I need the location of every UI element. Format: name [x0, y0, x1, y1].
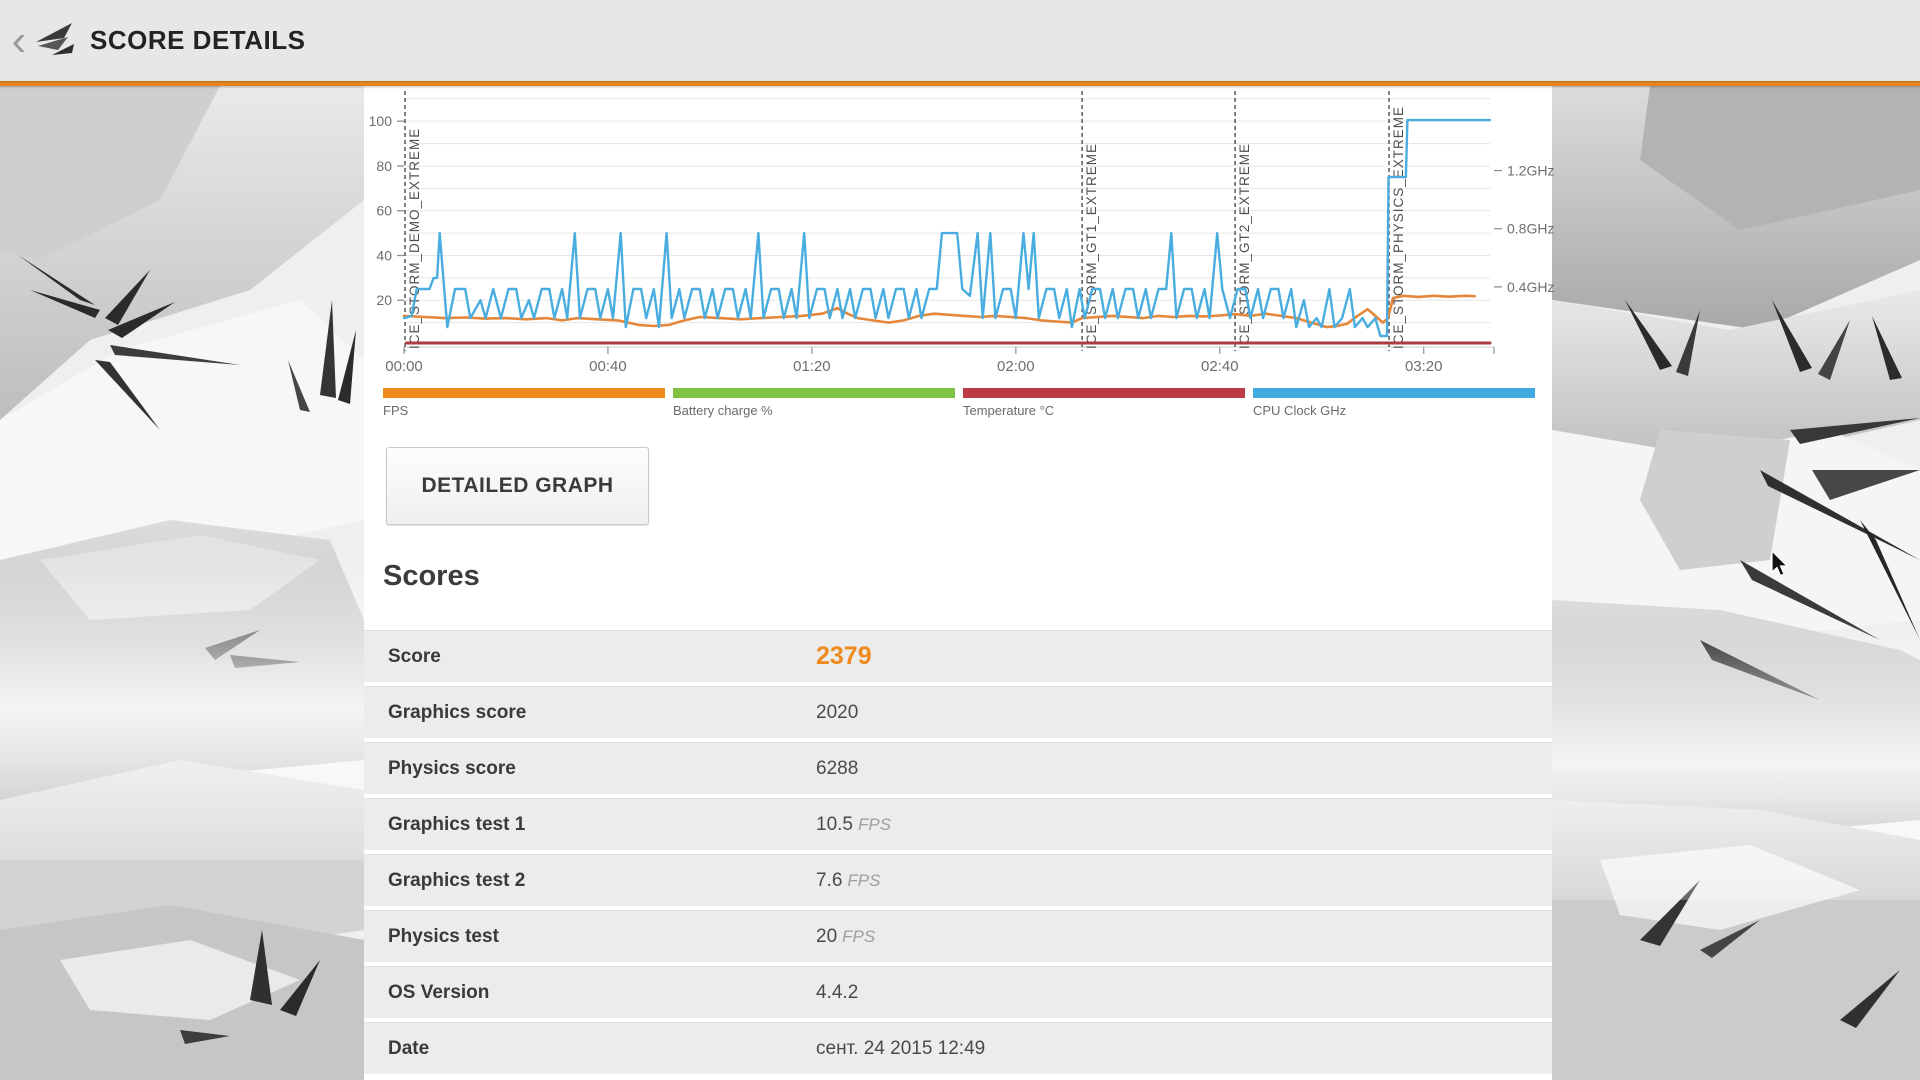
row-label: Physics test [364, 926, 816, 948]
header-bar: ‹ SCORE DETAILS [0, 0, 1920, 81]
row-unit: FPS [858, 815, 891, 834]
page-title: SCORE DETAILS [90, 25, 305, 56]
row-unit: FPS [847, 871, 880, 890]
scores-table: Score2379Graphics score2020Physics score… [364, 630, 1552, 1078]
row-value: 2020 [816, 702, 858, 724]
legend-color-bar [673, 388, 955, 398]
3dmark-logo-icon [32, 20, 78, 62]
legend-item: CPU Clock GHz [1253, 388, 1535, 418]
table-row: Score2379 [364, 630, 1552, 682]
svg-text:ICE_STORM_PHYSICS_EXTREME: ICE_STORM_PHYSICS_EXTREME [1391, 106, 1406, 349]
svg-text:40: 40 [376, 247, 392, 263]
svg-text:01:20: 01:20 [793, 358, 831, 375]
legend-item: Temperature °C [963, 388, 1245, 418]
table-row: Graphics test 110.5FPS [364, 798, 1552, 850]
row-value: 20FPS [816, 926, 875, 948]
row-label: Graphics test 1 [364, 814, 816, 836]
svg-text:00:40: 00:40 [589, 358, 627, 375]
row-value: 6288 [816, 758, 858, 780]
svg-text:100: 100 [369, 113, 393, 129]
row-value: 4.4.2 [816, 982, 858, 1004]
legend-color-bar [963, 388, 1245, 398]
row-value: 10.5FPS [816, 814, 891, 836]
row-label: Graphics score [364, 702, 816, 724]
score-details-page: ‹ SCORE DETAILS 00:00 00:40 01:20 02:00 02:4… [0, 0, 1920, 1080]
svg-text:80: 80 [376, 158, 392, 174]
svg-text:60: 60 [376, 203, 392, 219]
row-value: 7.6FPS [816, 870, 880, 892]
row-label: Graphics test 2 [364, 870, 816, 892]
detailed-graph-button[interactable]: DETAILED GRAPH [386, 447, 649, 525]
svg-text:1.2GHz: 1.2GHz [1507, 163, 1554, 179]
legend-color-bar [1253, 388, 1535, 398]
row-label: Date [364, 1038, 816, 1060]
svg-text:02:40: 02:40 [1201, 358, 1239, 375]
chart-legend: FPS Battery charge % Temperature °C CPU Clo… [383, 388, 1543, 418]
table-row: OS Version4.4.2 [364, 966, 1552, 1018]
table-row: Graphics score2020 [364, 686, 1552, 738]
legend-item: FPS [383, 388, 665, 418]
svg-text:02:00: 02:00 [997, 358, 1035, 375]
row-value: 2379 [816, 642, 872, 671]
legend-item: Battery charge % [673, 388, 955, 418]
benchmark-chart: 00:00 00:40 01:20 02:00 02:40 03:20 20 40 60 80 10… [364, 86, 1558, 396]
legend-label: CPU Clock GHz [1253, 403, 1535, 418]
legend-label: FPS [383, 403, 665, 418]
accent-divider [0, 81, 1920, 86]
table-row: Physics score6288 [364, 742, 1552, 794]
back-button[interactable]: ‹ [8, 13, 30, 69]
legend-label: Battery charge % [673, 403, 955, 418]
row-label: Score [364, 646, 816, 668]
legend-color-bar [383, 388, 665, 398]
svg-text:20: 20 [376, 292, 392, 308]
row-unit: FPS [842, 927, 875, 946]
table-row: Physics test20FPS [364, 910, 1552, 962]
scores-heading: Scores [383, 560, 480, 593]
row-label: OS Version [364, 982, 816, 1004]
svg-text:0.4GHz: 0.4GHz [1507, 279, 1554, 295]
mouse-cursor-icon [1771, 551, 1797, 579]
svg-text:00:00: 00:00 [385, 358, 423, 375]
svg-text:03:20: 03:20 [1405, 358, 1443, 375]
legend-label: Temperature °C [963, 403, 1245, 418]
table-row: Graphics test 27.6FPS [364, 854, 1552, 906]
row-label: Physics score [364, 758, 816, 780]
row-value: сент. 24 2015 12:49 [816, 1038, 985, 1060]
svg-text:0.8GHz: 0.8GHz [1507, 221, 1554, 237]
table-row: Dateсент. 24 2015 12:49 [364, 1022, 1552, 1074]
